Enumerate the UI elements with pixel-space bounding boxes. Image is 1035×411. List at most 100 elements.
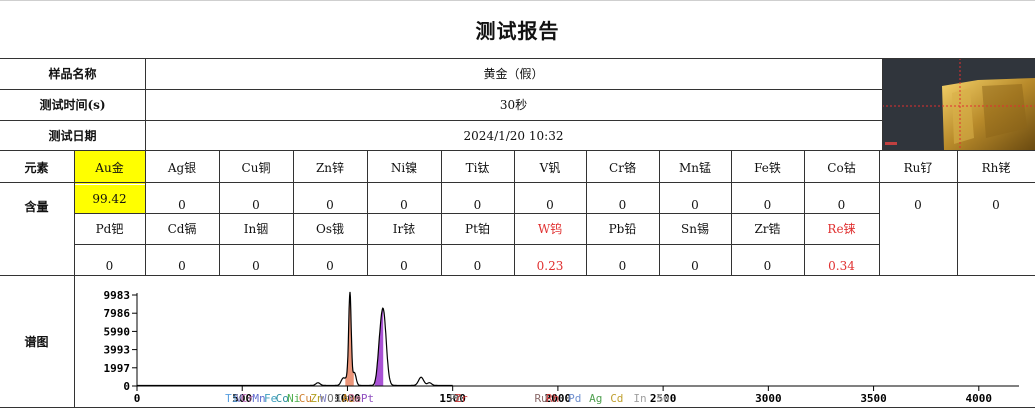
element-name: Mn锰 [678, 161, 712, 175]
element-marker: Cd [610, 392, 623, 405]
y-tick-label: 7986 [104, 307, 131, 320]
test-time-label: 测试时间(s) [39, 98, 106, 112]
element-name: Fe铁 [754, 161, 781, 175]
test-time-value: 30秒 [499, 98, 528, 112]
test-date-value: 2024/1/20 10:32 [463, 128, 564, 143]
element-name: Re铼 [827, 222, 856, 236]
element-marker: Rh [546, 392, 559, 405]
grid-line [145, 150, 146, 276]
sample-name-label: 样品名称 [48, 67, 97, 81]
element-name: Ni镍 [390, 161, 418, 175]
element-content: 0.34 [828, 259, 855, 273]
element-name: Rh铑 [981, 161, 1011, 175]
element-name: Ti钛 [465, 161, 490, 175]
y-tick-label: 3993 [104, 344, 131, 357]
element-marker: W [320, 392, 327, 405]
element-content: 0 [178, 259, 186, 273]
element-marker: Sn [656, 392, 669, 405]
element-content: 99.42 [74, 185, 145, 213]
element-content: 0 [763, 259, 772, 273]
element-content: 0 [473, 259, 482, 273]
x-tick-label: 3000 [755, 392, 782, 405]
grid-line [731, 150, 732, 276]
element-name: Ir铱 [392, 222, 416, 236]
y-tick-label: 9983 [104, 289, 131, 302]
grid-line [441, 150, 442, 276]
grid-line [879, 150, 880, 214]
grid-line [879, 213, 880, 276]
element-name: Pb铅 [608, 222, 637, 236]
y-tick-label: 1997 [104, 362, 131, 375]
element-content: 0 [618, 259, 627, 273]
element-content: 0 [252, 198, 260, 212]
grid-line [145, 58, 146, 151]
element-name: Co钴 [827, 161, 856, 175]
grid-line [74, 275, 75, 407]
element-name: Cu铜 [241, 161, 271, 175]
element-content: 0.23 [536, 259, 564, 273]
sample-photo [882, 58, 1035, 150]
element-marker: Re [348, 392, 361, 405]
element-name: In铟 [243, 222, 269, 236]
element-content: 0 [326, 198, 334, 212]
element-name: Pd钯 [95, 222, 124, 236]
y-tick-label: 0 [123, 380, 130, 393]
element-name: Cr铬 [609, 161, 636, 175]
element-marker: Pt [361, 392, 374, 405]
x-tick-label: 3500 [860, 392, 887, 405]
grid-line [804, 150, 805, 276]
element-name: Os锇 [316, 222, 344, 236]
element-content: 0 [691, 198, 699, 212]
spectrum-chart: 0199739935990798699830 500 1000 1500 2000 250… [104, 289, 1019, 405]
report-title: 测试报告 [475, 19, 560, 43]
grid-line [74, 150, 75, 276]
element-marker: Pd [568, 392, 581, 405]
element-content: 0 [914, 198, 922, 212]
grid-line [0, 89, 882, 90]
x-tick-label: 4000 [966, 392, 993, 405]
grid-line [0, 120, 882, 121]
y-tick-label: 5990 [104, 325, 131, 338]
element-content: 0 [326, 259, 334, 273]
grid-line [219, 150, 220, 276]
element-name: Ag银 [167, 161, 197, 175]
content-row-label: 含量 [24, 199, 49, 214]
element-name: Zn锌 [315, 161, 345, 175]
grid-line [882, 58, 883, 151]
test-date-label: 测试日期 [48, 129, 97, 143]
element-content: 0 [763, 198, 772, 212]
element-content: 0 [691, 259, 699, 273]
element-content: 0 [473, 198, 482, 212]
element-marker: Zr [454, 392, 468, 405]
element-content: 0 [400, 198, 408, 212]
element-content: 0 [837, 198, 846, 212]
element-marker: In [633, 392, 646, 405]
grid-line [659, 150, 660, 276]
grid-line [293, 150, 294, 276]
grid-line [74, 213, 879, 214]
element-name: Cd镉 [167, 222, 197, 236]
element-name: Pt铂 [465, 222, 490, 236]
element-name: Au金 [74, 151, 145, 184]
grid-line [957, 150, 958, 214]
element-content: 0 [400, 259, 408, 273]
element-content: 0 [252, 259, 260, 273]
element-name: V钒 [539, 161, 561, 175]
element-name: Ru钌 [903, 161, 933, 175]
element-content: 0 [546, 198, 554, 212]
element-marker: Ag [589, 392, 602, 405]
element-content: 0 [178, 198, 186, 212]
x-tick-label: 0 [134, 392, 141, 405]
grid-line [586, 150, 587, 276]
grid-line [367, 150, 368, 276]
grid-line [0, 407, 1035, 408]
element-content: 0 [105, 259, 114, 273]
element-name: Zr锆 [754, 222, 781, 236]
sample-name-value: 黄金（假） [483, 67, 544, 81]
grid-line [957, 213, 958, 276]
spectrum-line [137, 291, 453, 387]
element-content: 0 [992, 198, 1000, 212]
element-name: Sn锡 [681, 222, 709, 236]
grid-line [514, 150, 515, 276]
grid-line [74, 244, 879, 245]
